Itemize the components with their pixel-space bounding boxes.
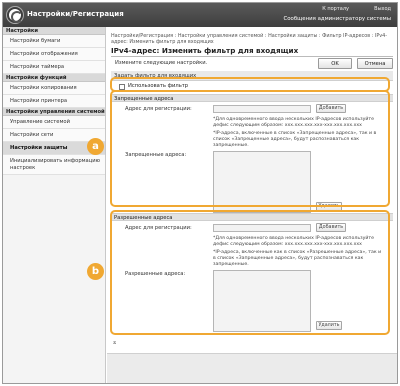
main-content: Настройки/Регистрация : Настройки управл… [107, 27, 397, 383]
sidebar-item-display[interactable]: Настройки отображения [3, 48, 105, 61]
sidebar-section-title: Настройки функций [3, 74, 105, 82]
sidebar-item-system-management[interactable]: Управление системой [3, 116, 105, 129]
sidebar-item-timer[interactable]: Настройки таймера [3, 61, 105, 74]
allowed-add-button[interactable]: Добавить [316, 223, 346, 232]
app-header: Настройки/Регистрация К порталу Выход Со… [3, 3, 397, 27]
rejected-address-list[interactable] [213, 151, 311, 213]
page-footer [107, 353, 397, 383]
app-title: Настройки/Регистрация [27, 10, 124, 18]
callout-a-badge: a [87, 138, 104, 155]
sidebar-item-printer[interactable]: Настройки принтера [3, 95, 105, 108]
page-title: IPv4-адрес: Изменить фильтр для входящих [111, 46, 299, 55]
instruction-text: Измените следующие настройки. [115, 60, 208, 66]
allowed-address-input[interactable] [213, 224, 311, 232]
sidebar-item-paper[interactable]: Настройки бумаги [3, 35, 105, 48]
rejected-addresses-group: Запрещенные адреса Адрес для регистрации… [111, 94, 393, 229]
scroll-top-icon[interactable]: ⌅ [112, 339, 117, 346]
allowed-list-label: Разрешенные адреса: [125, 271, 186, 277]
allowed-addresses-group: Разрешенные адреса Адрес для регистрации… [111, 213, 393, 353]
ok-button[interactable]: OK [318, 58, 352, 69]
sidebar-section-title: Настройки управления системой [3, 108, 105, 116]
rejected-heading: Запрещенные адреса [111, 94, 393, 102]
rejected-note-range: *Для одновременного ввода нескольких IP-… [213, 117, 375, 129]
title-divider [111, 56, 393, 57]
sidebar-section-title: Настройки [3, 27, 105, 35]
logo-icon [7, 7, 23, 23]
rejected-address-input[interactable] [213, 105, 311, 113]
rejected-list-label: Запрещенные адреса: [125, 152, 187, 158]
cancel-button[interactable]: Отмена [357, 58, 393, 69]
portal-link[interactable]: К порталу [322, 6, 349, 12]
allowed-address-list[interactable] [213, 270, 311, 332]
allowed-note-priority: *IP-адреса, включенные как в список «Раз… [213, 250, 382, 268]
allowed-note-range: *Для одновременного ввода нескольких IP-… [213, 236, 375, 248]
rejected-register-label: Адрес для регистрации: [125, 106, 192, 112]
sidebar: Настройки Настройки бумаги Настройки ото… [3, 27, 106, 383]
rejected-delete-button[interactable]: Удалить [316, 202, 342, 211]
allowed-heading: Разрешенные адреса [111, 213, 393, 221]
callout-b-badge: b [87, 263, 104, 280]
allowed-register-label: Адрес для регистрации: [125, 225, 192, 231]
rejected-add-button[interactable]: Добавить [316, 104, 346, 113]
breadcrumb: Настройки/Регистрация : Настройки управл… [111, 33, 388, 45]
sidebar-item-initialize[interactable]: Инициализировать информацию настроек [3, 155, 105, 175]
use-filter-row: Использовать фильтр [111, 81, 393, 92]
sidebar-item-copy[interactable]: Настройки копирования [3, 82, 105, 95]
admin-message-link[interactable]: Сообщения администратору системы [284, 16, 392, 22]
use-filter-label[interactable]: Использовать фильтр [128, 83, 188, 89]
use-filter-checkbox[interactable] [119, 84, 125, 90]
browser-frame: Настройки/Регистрация К порталу Выход Со… [2, 2, 398, 384]
section-heading: Задать фильтр для входящих [111, 71, 393, 81]
logout-link[interactable]: Выход [374, 6, 391, 12]
allowed-delete-button[interactable]: Удалить [316, 321, 342, 330]
rejected-note-priority: *IP-адреса, включенные в список «Запреще… [213, 131, 377, 149]
